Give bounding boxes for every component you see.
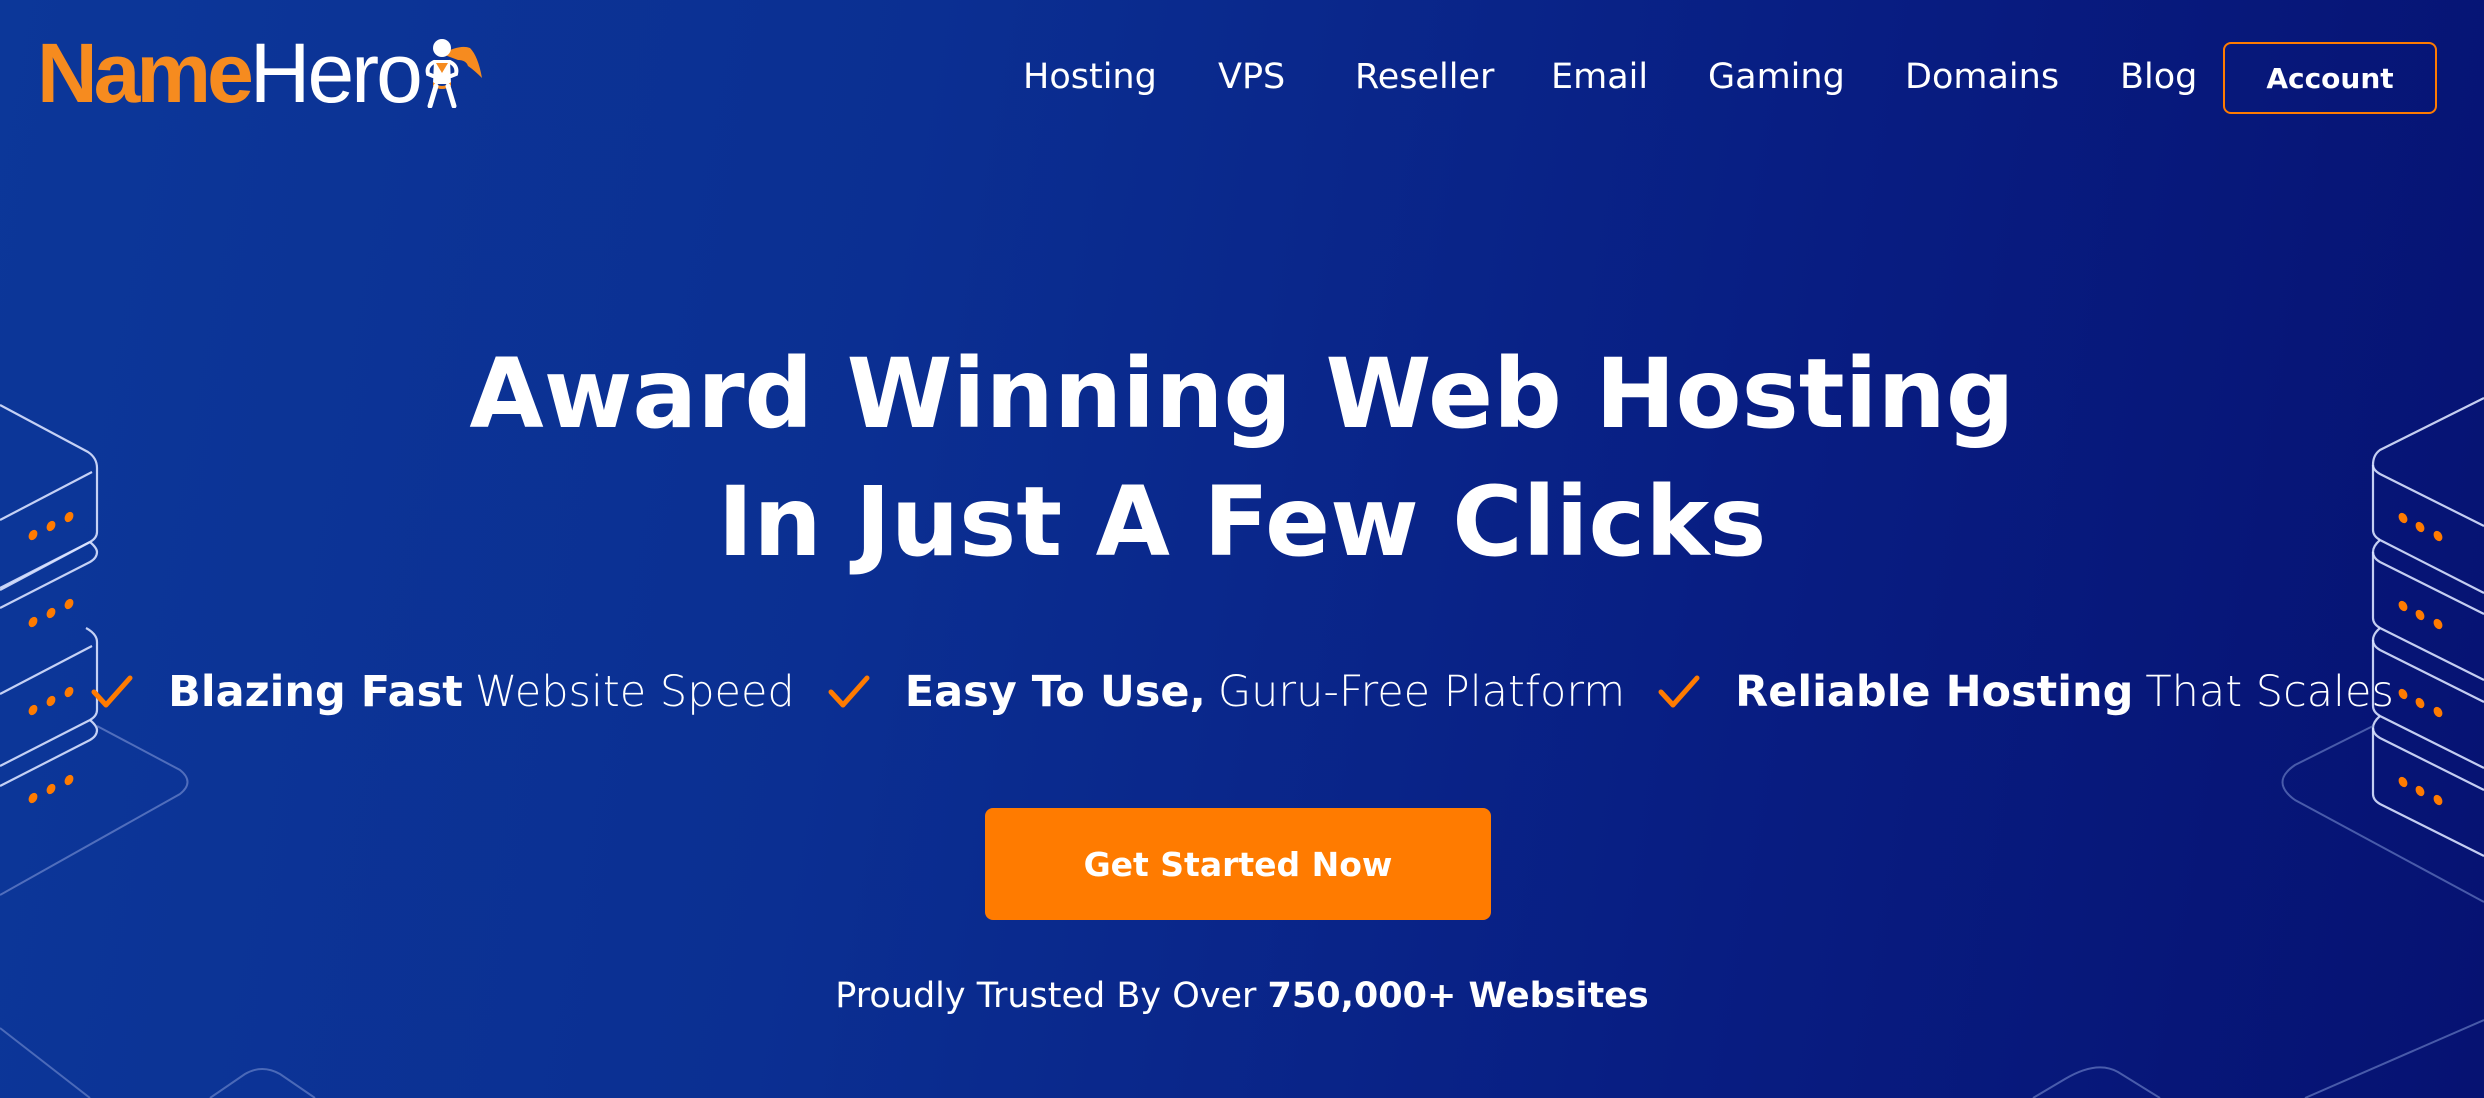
nav-item-hosting[interactable]: Hosting [1023, 52, 1157, 102]
feature-item: Blazing Fast Website Speed [90, 662, 795, 722]
feature-item: Easy To Use, Guru-Free Platform [827, 662, 1625, 722]
trust-prefix: Proudly Trusted By Over [835, 976, 1257, 1016]
feature-bold-text: Reliable Hosting [1735, 667, 2134, 717]
feature-item: Reliable Hosting That Scales [1657, 662, 2394, 722]
feature-bold-text: Easy To Use, [904, 667, 1206, 717]
checkmark-icon [91, 675, 133, 708]
nav-item-vps[interactable]: VPS [1218, 52, 1285, 102]
trust-statement: Proudly Trusted By Over 750,000+ Website… [0, 970, 2484, 1022]
account-button[interactable]: Account [2223, 42, 2437, 114]
headline-line-2: In Just A Few Clicks [717, 466, 1767, 578]
feature-text: Website Speed [474, 667, 795, 717]
checkmark-icon [1658, 675, 1700, 708]
feature-text: That Scales [2145, 667, 2394, 717]
checkmark-icon [828, 675, 870, 708]
feature-text: Guru-Free Platform [1217, 667, 1626, 717]
hero-headline: Award Winning Web Hosting In Just A Few … [0, 330, 2484, 586]
feature-bold-text: Blazing Fast [168, 667, 463, 717]
trust-count: 750,000+ Websites [1267, 976, 1649, 1016]
nav-item-reseller[interactable]: Reseller [1355, 52, 1494, 102]
headline-line-1: Award Winning Web Hosting [469, 338, 2015, 450]
nav-item-gaming[interactable]: Gaming [1708, 52, 1845, 102]
nav-item-blog[interactable]: Blog [2120, 52, 2197, 102]
feature-list: Blazing Fast Website Speed Easy To Use, … [0, 662, 2484, 722]
nav-item-email[interactable]: Email [1551, 52, 1648, 102]
get-started-button[interactable]: Get Started Now [985, 808, 1491, 920]
nav-item-domains[interactable]: Domains [1905, 52, 2059, 102]
main-nav: Hosting VPS Reseller Email Gaming Domain… [0, 52, 2484, 102]
